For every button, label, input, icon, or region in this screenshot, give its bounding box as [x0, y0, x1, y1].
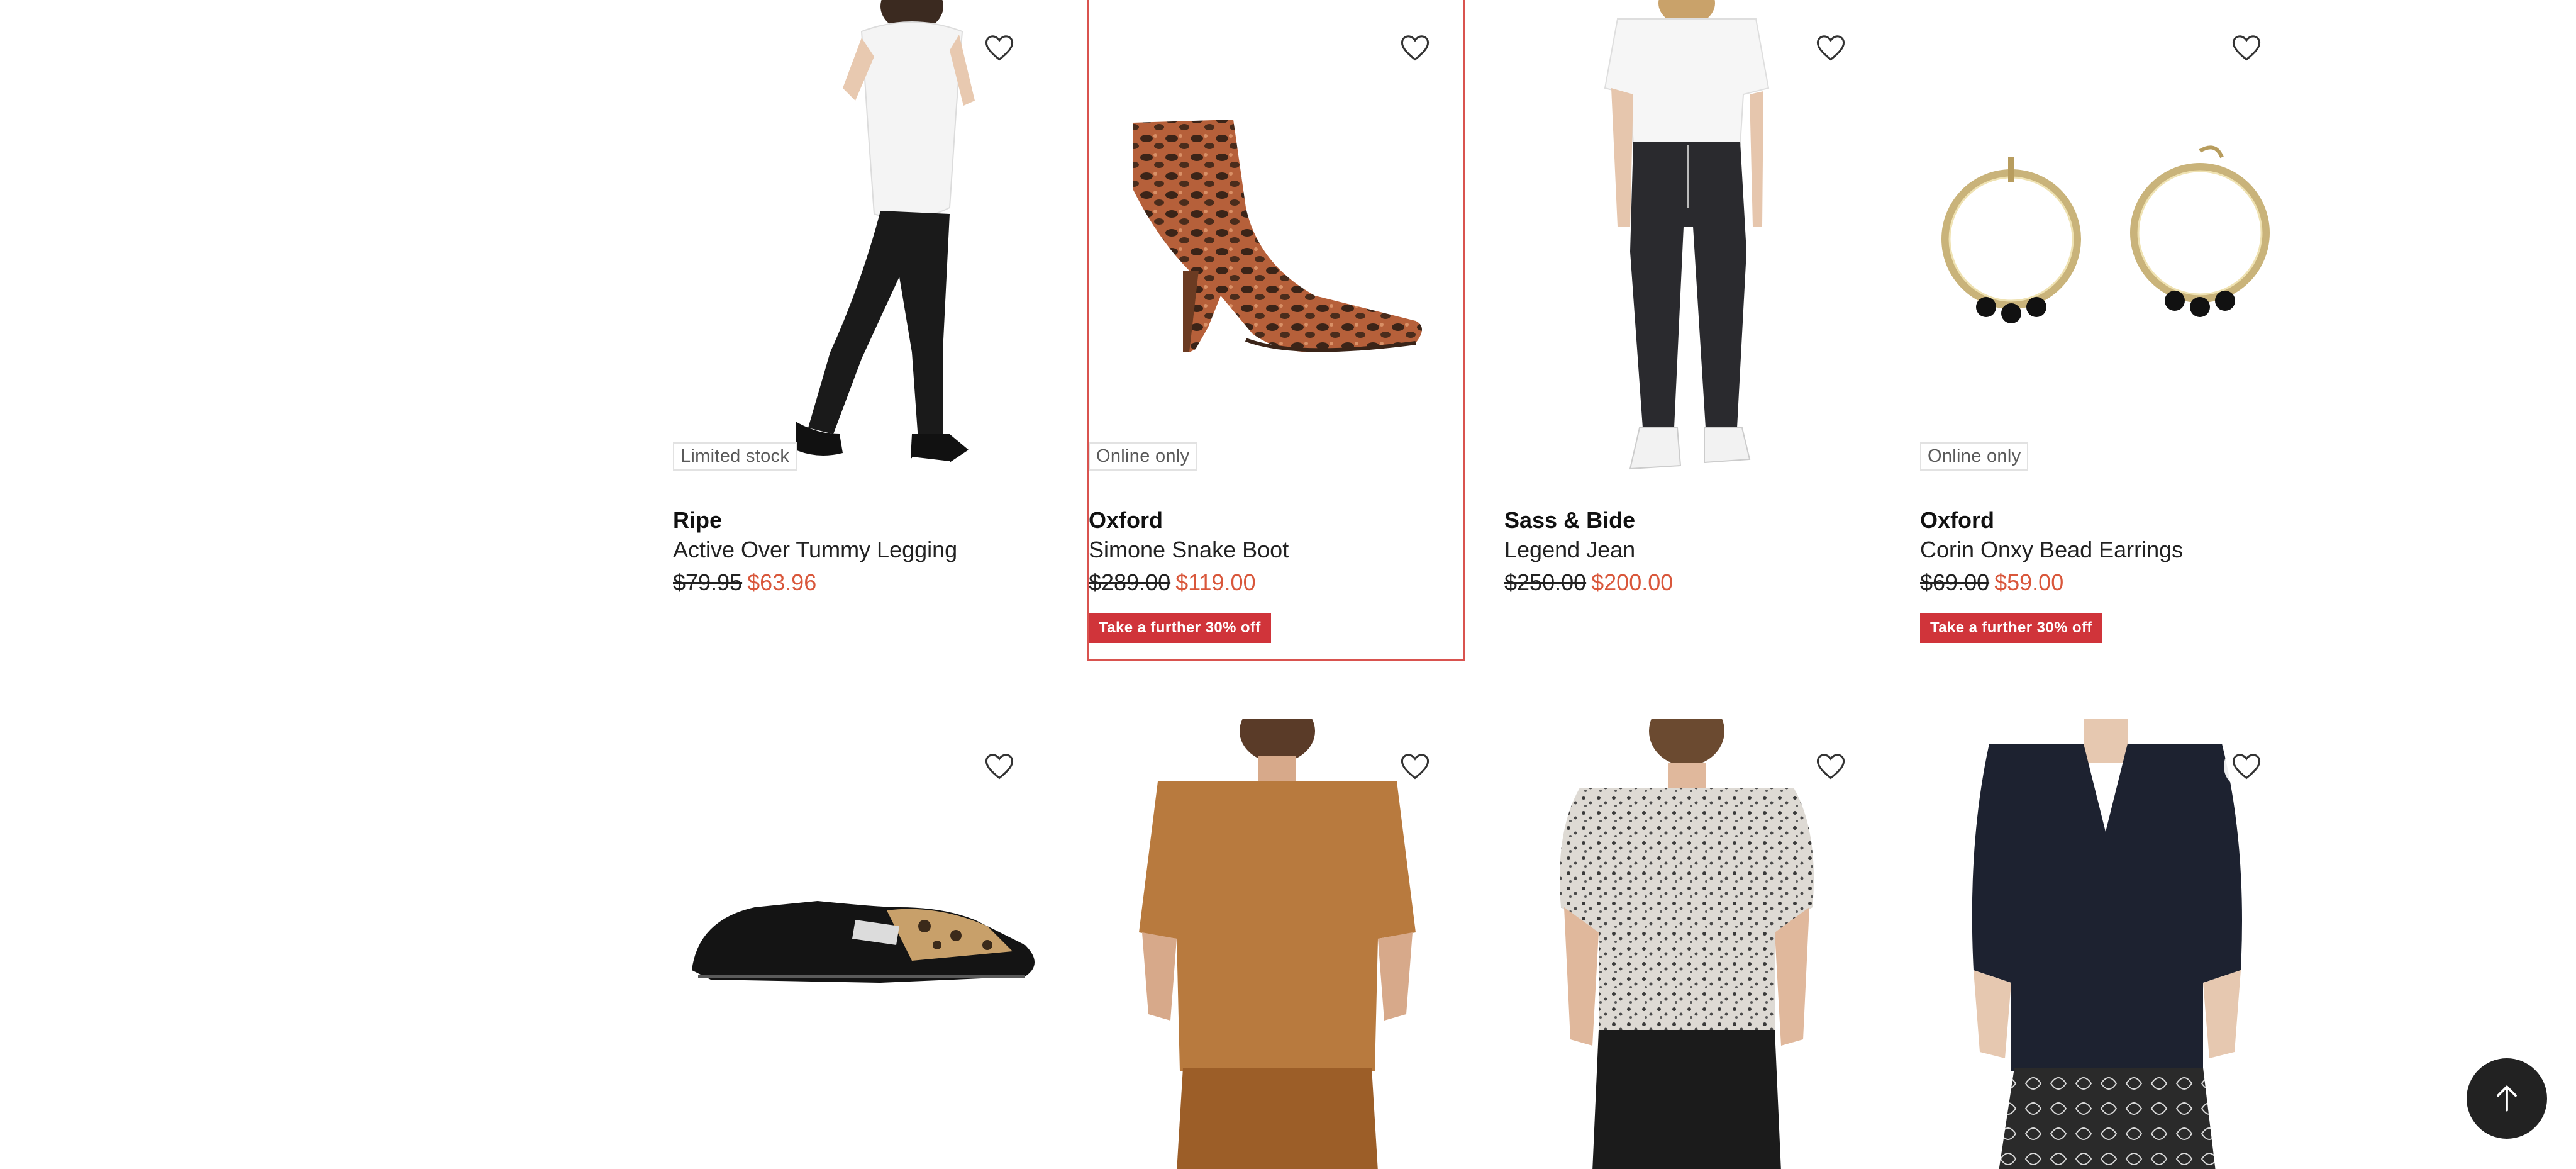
earrings-image	[1941, 145, 2270, 323]
back-to-top-button[interactable]	[2467, 1058, 2547, 1139]
favorite-button[interactable]	[977, 25, 1022, 70]
product-grid-page: Limited stock Ripe Active Over Tummy Leg…	[0, 0, 2576, 1169]
jean-model-image	[1604, 0, 1770, 470]
product-brand[interactable]: Oxford	[1920, 506, 2294, 535]
stock-badge: Limited stock	[673, 442, 797, 471]
original-price: $79.95	[673, 569, 743, 595]
product-image[interactable]: Online only	[1920, 0, 2294, 478]
product-prices: $79.95 $63.96	[673, 565, 1047, 600]
heart-outline-icon	[1401, 35, 1430, 61]
favorite-button[interactable]	[1808, 25, 1853, 70]
product-name[interactable]: Active Over Tummy Legging	[673, 535, 1047, 565]
sale-price: $59.00	[1994, 569, 2064, 595]
favorite-button[interactable]	[1808, 744, 1853, 789]
product-card[interactable]	[1504, 719, 1879, 1169]
heart-outline-icon	[2232, 754, 2261, 780]
product-card[interactable]	[1920, 719, 2294, 1169]
heart-outline-icon	[985, 754, 1014, 780]
sale-price: $200.00	[1591, 569, 1674, 595]
favorite-button[interactable]	[1392, 25, 1438, 70]
product-name[interactable]: Corin Onxy Bead Earrings	[1920, 535, 2294, 565]
product-image[interactable]	[673, 719, 1047, 1169]
snake-boot-image	[1133, 120, 1422, 352]
product-prices: $289.00 $119.00	[1089, 565, 1463, 600]
promo-tag: Take a further 30% off	[1920, 613, 2102, 643]
online-only-badge: Online only	[1920, 442, 2029, 471]
product-card[interactable]: Limited stock Ripe Active Over Tummy Leg…	[673, 0, 1047, 600]
product-card[interactable]	[673, 719, 1047, 1169]
product-brand[interactable]: Sass & Bide	[1504, 506, 1879, 535]
product-card[interactable]: Online only Oxford Simone Snake Boot $28…	[1087, 0, 1465, 661]
sale-price: $119.00	[1175, 569, 1256, 595]
heart-outline-icon	[1401, 754, 1430, 780]
arrow-up-icon	[2497, 1085, 2517, 1112]
product-image[interactable]: Online only	[1089, 0, 1463, 478]
sale-price: $63.96	[747, 569, 817, 595]
original-price: $250.00	[1504, 569, 1587, 595]
original-price: $289.00	[1089, 569, 1171, 595]
heart-outline-icon	[985, 35, 1014, 61]
product-brand[interactable]: Oxford	[1089, 506, 1463, 535]
product-image[interactable]	[1504, 719, 1879, 1169]
original-price: $69.00	[1920, 569, 1990, 595]
product-name[interactable]: Legend Jean	[1504, 535, 1879, 565]
product-prices: $69.00 $59.00	[1920, 565, 2294, 600]
product-card[interactable]: Online only Oxford Corin Onxy Bead Earri…	[1920, 0, 2294, 643]
product-card[interactable]: Sass & Bide Legend Jean $250.00 $200.00	[1504, 0, 1879, 600]
heart-outline-icon	[1816, 754, 1845, 780]
product-name[interactable]: Simone Snake Boot	[1089, 535, 1463, 565]
favorite-button[interactable]	[2224, 25, 2269, 70]
product-card[interactable]	[1089, 719, 1463, 1169]
favorite-button[interactable]	[1392, 744, 1438, 789]
favorite-button[interactable]	[977, 744, 1022, 789]
product-image[interactable]	[1920, 719, 2294, 1169]
legging-model-image	[796, 0, 975, 464]
product-prices: $250.00 $200.00	[1504, 565, 1879, 600]
product-image[interactable]	[1504, 0, 1879, 478]
product-brand[interactable]: Ripe	[673, 506, 1047, 535]
product-image[interactable]	[1089, 719, 1463, 1169]
product-image[interactable]: Limited stock	[673, 0, 1047, 478]
online-only-badge: Online only	[1089, 442, 1197, 471]
heart-outline-icon	[1816, 35, 1845, 61]
heart-outline-icon	[2232, 35, 2261, 61]
favorite-button[interactable]	[2224, 744, 2269, 789]
promo-tag: Take a further 30% off	[1089, 613, 1271, 643]
